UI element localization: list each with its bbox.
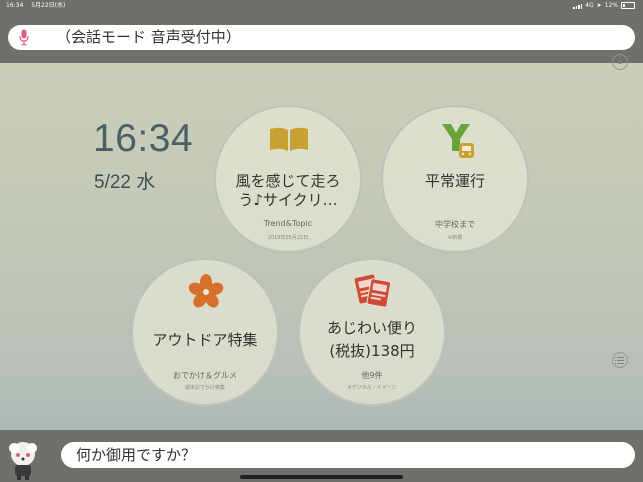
tile-note: 2019年05月22日: [267, 235, 309, 241]
query-input[interactable]: 何か御用ですか？: [61, 442, 635, 468]
list-button[interactable]: [612, 352, 628, 368]
home-indicator[interactable]: [240, 475, 403, 479]
status-date: 5月22日(水): [31, 2, 66, 9]
assistant-avatar-icon[interactable]: [5, 440, 41, 480]
tile-title-line1: 平常運行: [424, 172, 485, 190]
tile-train-status[interactable]: 平常運行 中学校まで ※新橋: [381, 105, 529, 253]
tile-subtitle: おでかけ＆グルメ: [173, 371, 237, 380]
status-bar: 16:34 5月22日(水) 4G ➤ 12%: [0, 0, 643, 11]
info-button[interactable]: i: [612, 54, 628, 70]
tile-outdoor[interactable]: アウトドア特集 おでかけ＆グルメ 週末おでかけ特集: [131, 258, 279, 406]
status-right: 4G ➤ 12%: [573, 0, 635, 11]
tile-trend-topic[interactable]: 風を感じて走ろ う♪サイクリ… Trend&Topic 2019年05月22日: [214, 105, 362, 253]
tile-note: ※デジタル・イメージ: [347, 385, 397, 391]
voice-status-bar[interactable]: （会話モード 音声受付中）: [8, 25, 635, 50]
tile-title-line1: 風を感じて走ろ: [235, 172, 341, 190]
battery-icon: [621, 2, 635, 9]
status-left: 16:34 5月22日(水): [6, 0, 71, 11]
train-route-icon: [442, 124, 474, 158]
sakura-icon: [188, 274, 224, 308]
book-icon: [270, 127, 308, 151]
flyer-cards-icon: [354, 274, 392, 308]
mic-icon[interactable]: [19, 29, 29, 46]
tile-note: ※新橋: [447, 235, 463, 241]
tile-subtitle: 他9件: [361, 371, 383, 380]
network-type: 4G: [585, 2, 594, 9]
tile-title-line1: あじわい便り: [326, 319, 417, 337]
status-time: 16:34: [6, 2, 24, 9]
location-icon: ➤: [596, 2, 602, 9]
clock-date: 5/22 水: [94, 172, 156, 193]
info-icon: i: [618, 56, 622, 67]
tile-flyer[interactable]: あじわい便り (税抜)138円 他9件 ※デジタル・イメージ: [298, 258, 446, 406]
clock-time: 16:34: [93, 117, 194, 160]
tile-title-line2: (税抜)138円: [329, 342, 415, 360]
battery-percent: 12%: [604, 2, 618, 9]
query-prompt-text: 何か御用ですか？: [76, 446, 197, 464]
tile-note: 週末おでかけ特集: [184, 385, 225, 391]
tile-subtitle: 中学校まで: [435, 220, 475, 229]
voice-status-text: （会話モード 音声受付中）: [56, 28, 241, 46]
signal-icon: [573, 3, 583, 9]
tile-title-line2: う♪サイクリ…: [238, 191, 338, 209]
tile-title-line1: アウトドア特集: [152, 331, 258, 349]
tile-subtitle: Trend&Topic: [263, 219, 313, 228]
app-screen: 16:34 5月22日(水) 4G ➤ 12% （会話モード 音声受付中） i …: [0, 0, 643, 482]
